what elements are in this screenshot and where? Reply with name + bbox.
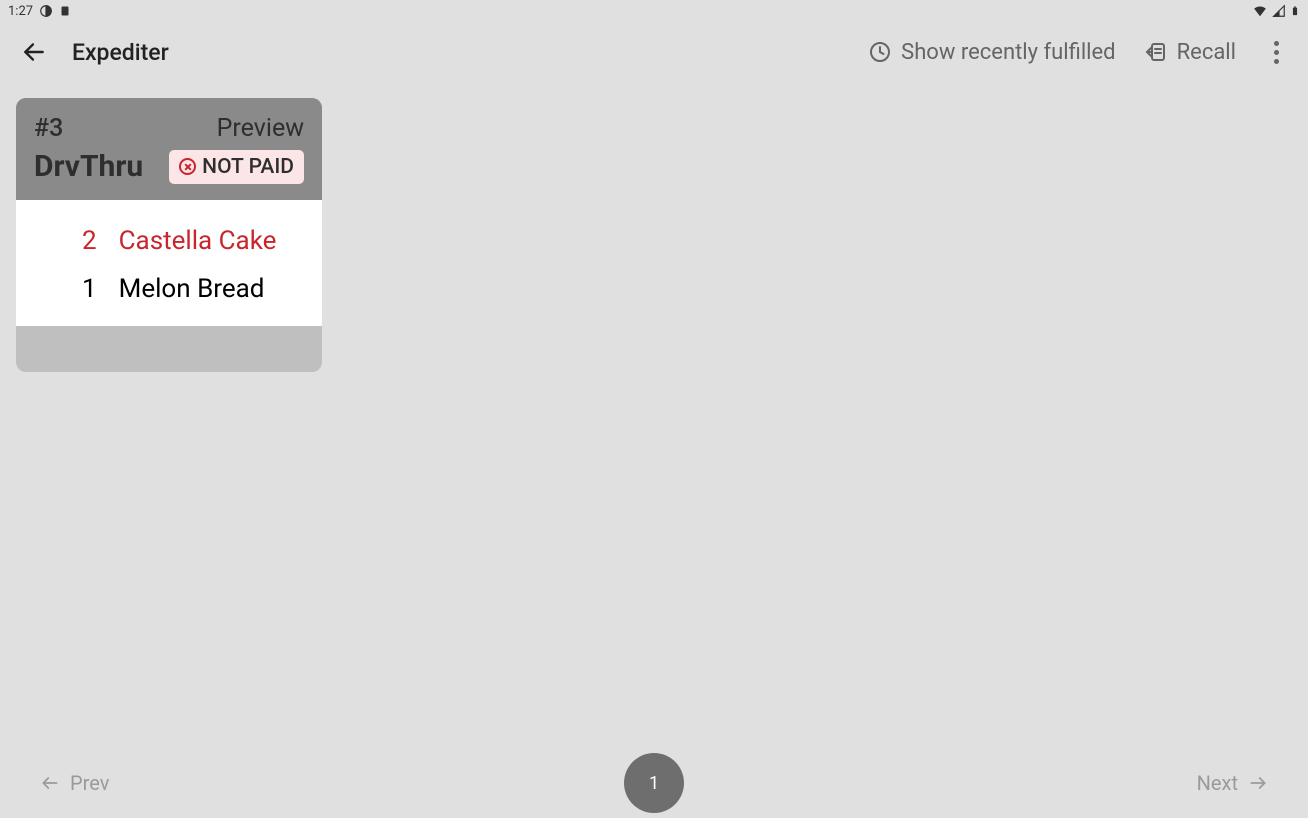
back-button[interactable] [20,38,48,66]
recall-label: Recall [1177,40,1236,65]
order-card-header: #3 Preview DrvThru NOT PAID [16,98,322,200]
arrow-right-icon [1248,773,1268,793]
app-bar: Expediter Show recently fulfilled Recall [0,22,1308,82]
pagination-bar: Prev 1 Next [0,748,1308,818]
recall-button[interactable]: Recall [1144,40,1236,65]
arrow-left-icon [21,39,47,65]
order-line-item: 2 Castella Cake [36,226,302,256]
signal-icon [1272,4,1286,18]
page-indicator[interactable]: 1 [624,753,684,813]
status-left: 1:27 [8,4,71,19]
more-vert-icon [1274,41,1279,46]
status-icon-1 [39,4,53,18]
line-item-qty: 2 [82,226,97,256]
order-card-body: 2 Castella Cake 1 Melon Bread [16,200,322,326]
status-time: 1:27 [8,4,33,19]
line-item-name: Melon Bread [119,274,265,304]
recall-icon [1144,40,1168,64]
order-source: DrvThru [34,149,143,184]
line-item-name: Castella Cake [119,226,277,256]
line-item-qty: 1 [82,274,97,304]
not-paid-text: NOT PAID [202,155,294,179]
order-card[interactable]: #3 Preview DrvThru NOT PAID 2 Castella Ca… [16,98,322,372]
prev-label: Prev [70,771,109,795]
battery-icon [1290,3,1300,19]
arrow-left-icon [40,773,60,793]
app-bar-actions: Show recently fulfilled Recall [868,33,1288,72]
show-recently-fulfilled-button[interactable]: Show recently fulfilled [868,40,1115,65]
status-right [1252,3,1300,19]
clock-icon [868,40,892,64]
order-preview-label: Preview [217,114,304,143]
status-icon-2 [59,4,71,18]
not-paid-icon [179,158,196,175]
prev-page-button[interactable]: Prev [40,771,109,795]
order-number: #3 [34,114,63,143]
page-title: Expediter [72,39,868,66]
next-page-button[interactable]: Next [1197,771,1268,795]
status-bar: 1:27 [0,0,1308,22]
show-recently-fulfilled-label: Show recently fulfilled [901,40,1115,65]
next-label: Next [1197,771,1238,795]
order-line-item: 1 Melon Bread [36,274,302,304]
not-paid-badge: NOT PAID [169,150,304,184]
wifi-icon [1252,4,1268,18]
order-card-footer [16,326,322,372]
overflow-menu-button[interactable] [1264,33,1288,72]
content-area: #3 Preview DrvThru NOT PAID 2 Castella Ca… [0,82,1308,388]
page-number: 1 [649,773,659,794]
